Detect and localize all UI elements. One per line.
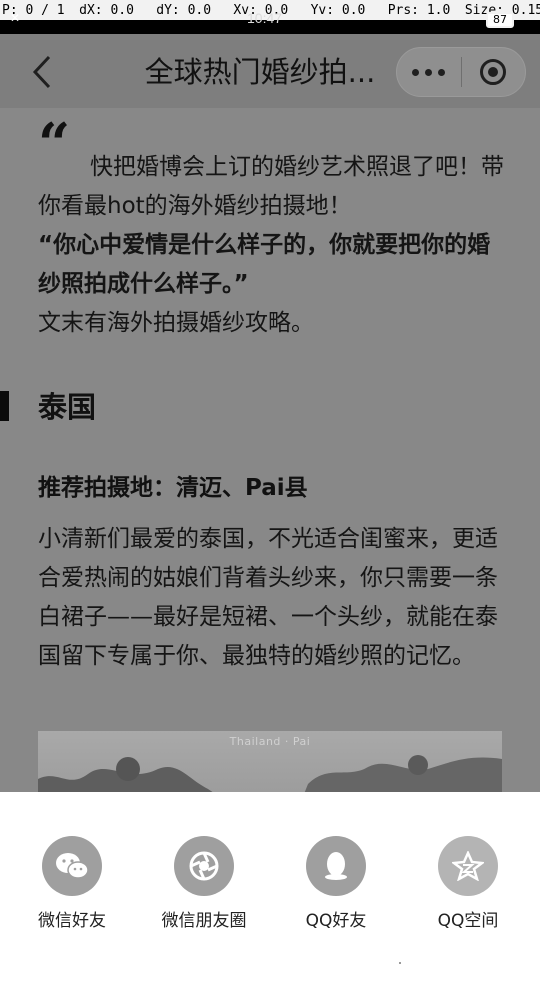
moments-icon	[174, 836, 234, 896]
menu-capsule	[396, 47, 526, 97]
back-button[interactable]	[26, 52, 58, 92]
share-label: 微信好友	[38, 911, 106, 931]
share-label: 微信朋友圈	[161, 911, 247, 931]
section-marker	[0, 391, 9, 421]
close-miniprogram-button[interactable]	[462, 47, 526, 97]
intro-bold-quote: “你心中爱情是什么样子的，你就要把你的婚纱照拍成什么样子。”	[38, 232, 491, 297]
overlay-pressure: Prs: 1.0	[387, 2, 451, 18]
overlay-yv: Yv: 0.0	[310, 2, 366, 18]
target-icon	[480, 59, 507, 85]
intro-text: 快把婚博会上订的婚纱艺术照退了吧！带你看最hot的海外婚纱拍摄地！	[38, 154, 504, 219]
share-moments[interactable]: 微信朋友圈	[138, 836, 270, 931]
home-indicator	[399, 962, 401, 964]
share-qzone[interactable]: QQ空间	[402, 836, 534, 931]
system-status-bar: ✕ 10:47 87	[0, 10, 540, 34]
qzone-icon	[438, 836, 498, 896]
more-button[interactable]	[397, 47, 461, 97]
status-time: 10:47	[247, 10, 283, 26]
paragraph: 小清新们最爱的泰国，不光适合闺蜜来，更适合爱热闹的姑娘们背着头纱来，你只需要一条…	[38, 526, 498, 669]
sub-title: 推荐拍摄地：清迈、Pai县	[38, 475, 308, 501]
overlay-dy: dY: 0.0	[156, 2, 212, 18]
article-intro: 快把婚博会上订的婚纱艺术照退了吧！带你看最hot的海外婚纱拍摄地！ “你心中爱情…	[38, 148, 508, 343]
share-wechat-friend[interactable]: 微信好友	[6, 836, 138, 931]
share-label: QQ空间	[437, 911, 499, 931]
share-sheet: 微信好友 微信朋友圈 QQ好友 QQ空间	[0, 792, 540, 990]
article-photo: Thailand · Pai	[38, 731, 502, 792]
foliage-image	[38, 755, 502, 792]
qq-icon	[306, 836, 366, 896]
mute-icon: ✕	[10, 11, 21, 25]
intro-footnote: 文末有海外拍摄婚纱攻略。	[38, 310, 314, 336]
wechat-icon	[42, 836, 102, 896]
battery-icon: 87	[486, 12, 514, 28]
share-qq-friend[interactable]: QQ好友	[270, 836, 402, 931]
section-title: 泰国	[38, 390, 97, 424]
navigation-bar: 全球热门婚纱拍...	[0, 34, 540, 108]
share-label: QQ好友	[305, 911, 367, 931]
chevron-left-icon	[32, 55, 51, 89]
article-content: “ 快把婚博会上订的婚纱艺术照退了吧！带你看最hot的海外婚纱拍摄地！ “你心中…	[0, 108, 540, 792]
more-dots-icon	[412, 68, 420, 76]
page-title: 全球热门婚纱拍...	[144, 55, 376, 89]
overlay-dx: dX: 0.0	[79, 2, 134, 18]
